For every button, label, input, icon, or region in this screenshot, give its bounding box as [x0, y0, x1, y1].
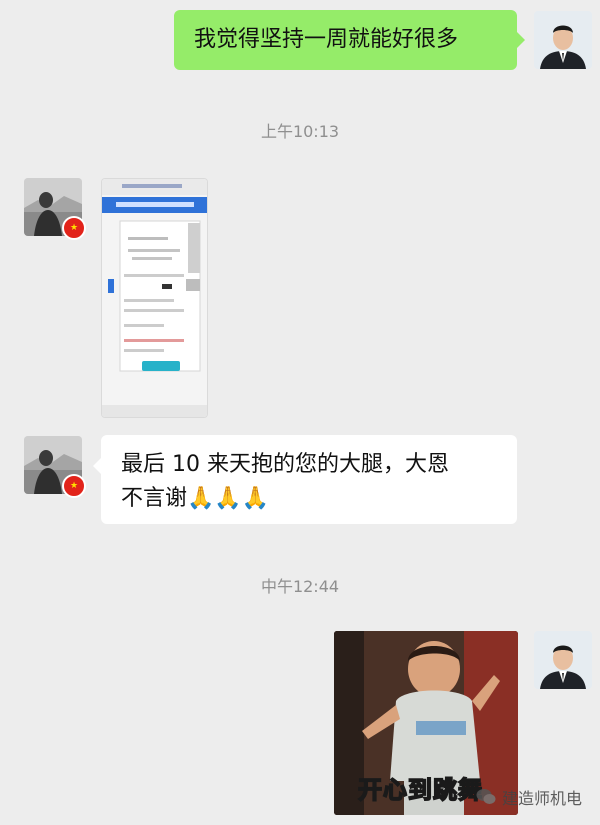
watermark-text: 建造师机电	[501, 789, 582, 808]
flag-badge-icon: ★	[62, 474, 86, 498]
praying-hands-emoji-icon: 🙏🙏🙏	[187, 486, 270, 511]
message-text-line: 最后 10 来天抱的您的大腿，大恩	[121, 452, 449, 477]
person-suit-icon	[534, 11, 592, 69]
timestamp: 中午12:44	[260, 577, 340, 596]
bubble-tail	[517, 32, 525, 48]
timestamp: 上午10:13	[260, 122, 340, 141]
wechat-logo-icon	[476, 789, 496, 804]
my-message-bubble[interactable]: 我觉得坚持一周就能好很多	[174, 10, 517, 70]
message-text-line: 不言谢🙏🙏🙏	[121, 486, 270, 511]
flag-badge-icon: ★	[62, 216, 86, 240]
bubble-tail	[93, 458, 101, 474]
watermark: 建造师机电	[476, 785, 582, 809]
sticker-caption: 开心到跳舞	[357, 775, 483, 805]
screenshot-preview-icon	[102, 179, 207, 417]
my-avatar[interactable]	[534, 11, 592, 69]
person-suit-icon	[534, 631, 592, 689]
message-text: 我觉得坚持一周就能好很多	[194, 27, 459, 52]
contact-message-bubble[interactable]: 最后 10 来天抱的您的大腿，大恩 不言谢🙏🙏🙏	[101, 435, 517, 524]
my-avatar[interactable]	[534, 631, 592, 689]
shared-image-thumbnail[interactable]	[101, 178, 208, 418]
